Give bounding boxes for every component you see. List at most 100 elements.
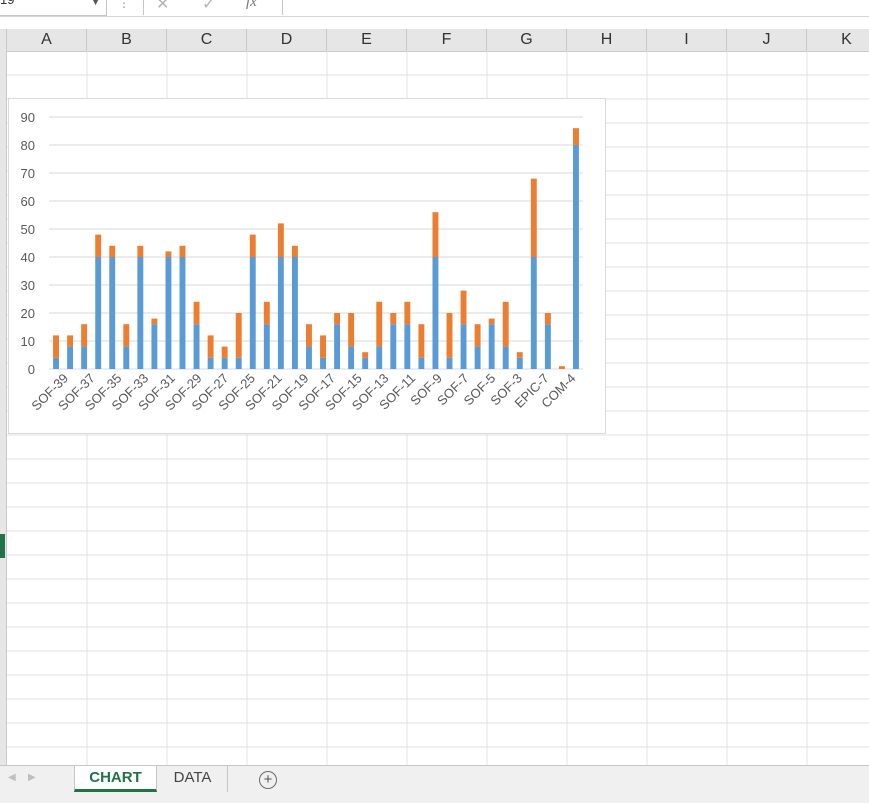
bar-base-segment[interactable]: [81, 346, 88, 369]
plus-circle-icon[interactable]: +: [259, 771, 277, 789]
bar-base-segment[interactable]: [320, 357, 326, 369]
bar-top-segment[interactable]: [95, 234, 102, 257]
bar-base-segment[interactable]: [221, 357, 228, 369]
bar-base-segment[interactable]: [502, 346, 509, 369]
select-all-corner[interactable]: [0, 29, 7, 51]
bar-top-segment[interactable]: [376, 301, 383, 347]
bar-base-segment[interactable]: [362, 357, 369, 369]
bar-base-segment[interactable]: [207, 357, 214, 369]
column-header-a[interactable]: A: [7, 29, 87, 51]
bar-base-segment[interactable]: [277, 257, 284, 369]
bar-base-segment[interactable]: [544, 324, 551, 369]
column-header-h[interactable]: H: [567, 29, 647, 51]
bar-base-segment[interactable]: [306, 346, 312, 369]
bar-base-segment[interactable]: [516, 357, 523, 369]
bar-top-segment[interactable]: [544, 313, 551, 325]
bar-top-segment[interactable]: [277, 223, 284, 257]
sheet-tab-data[interactable]: DATA: [158, 766, 228, 792]
bar-top-segment[interactable]: [81, 324, 88, 347]
bar-base-segment[interactable]: [291, 257, 298, 369]
bar-top-segment[interactable]: [320, 335, 326, 358]
bar-top-segment[interactable]: [151, 318, 158, 325]
bar-base-segment[interactable]: [67, 346, 74, 369]
bar-base-segment[interactable]: [348, 346, 355, 369]
bar-top-segment[interactable]: [235, 313, 242, 358]
column-header-i[interactable]: I: [647, 29, 727, 51]
column-header-c[interactable]: C: [167, 29, 247, 51]
active-row-marker: [0, 534, 5, 558]
column-header-k[interactable]: K: [807, 29, 869, 51]
bar-base-segment[interactable]: [109, 257, 116, 369]
bar-base-segment[interactable]: [404, 324, 411, 369]
bar-top-segment[interactable]: [291, 245, 298, 257]
bar-base-segment[interactable]: [446, 357, 453, 369]
bar-base-segment[interactable]: [123, 346, 130, 369]
bar-top-segment[interactable]: [488, 318, 495, 325]
bar-top-segment[interactable]: [573, 128, 579, 145]
bar-base-segment[interactable]: [418, 357, 425, 369]
bar-base-segment[interactable]: [263, 324, 270, 369]
bar-base-segment[interactable]: [432, 257, 439, 369]
stacked-bar-chart[interactable]: 0 10 20 30 40 50 60 70 80 90 SOF-39 SOF-37 SOF-35 SOF…: [8, 98, 606, 434]
x-icon[interactable]: ✕: [156, 0, 169, 14]
bar-base-segment[interactable]: [165, 257, 172, 369]
column-header-g[interactable]: G: [487, 29, 567, 51]
bar-top-segment[interactable]: [67, 335, 74, 347]
bar-top-segment[interactable]: [432, 212, 439, 257]
y-tick-label: 40: [21, 250, 35, 265]
bar-top-segment[interactable]: [516, 352, 523, 358]
column-header-d[interactable]: D: [247, 29, 327, 51]
bar-base-segment[interactable]: [376, 346, 383, 369]
bar-top-segment[interactable]: [123, 324, 130, 347]
bar-top-segment[interactable]: [362, 352, 369, 358]
bar-base-segment[interactable]: [460, 324, 467, 369]
bar-top-segment[interactable]: [446, 313, 453, 358]
bar-top-segment[interactable]: [193, 301, 200, 325]
bar-top-segment[interactable]: [306, 324, 312, 347]
bar-top-segment[interactable]: [137, 245, 144, 257]
bar-top-segment[interactable]: [460, 290, 467, 325]
bar-top-segment[interactable]: [53, 335, 59, 358]
bar-base-segment[interactable]: [137, 257, 144, 369]
bar-top-segment[interactable]: [207, 335, 214, 358]
bar-base-segment[interactable]: [179, 257, 186, 369]
bar-top-segment[interactable]: [109, 245, 116, 257]
bar-base-segment[interactable]: [249, 257, 256, 369]
bar-top-segment[interactable]: [558, 366, 565, 369]
function-icon[interactable]: fx: [246, 0, 257, 11]
bar-top-segment[interactable]: [348, 313, 355, 347]
bar-top-segment[interactable]: [418, 324, 425, 358]
bar-top-segment[interactable]: [249, 234, 256, 257]
bar-top-segment[interactable]: [390, 313, 397, 325]
bar-top-segment[interactable]: [530, 178, 537, 257]
bar-base-segment[interactable]: [53, 357, 59, 369]
bar-base-segment[interactable]: [530, 257, 537, 369]
bar-top-segment[interactable]: [165, 251, 172, 257]
name-box[interactable]: 19 ▼: [0, 0, 107, 16]
bar-base-segment[interactable]: [488, 324, 495, 369]
bar-base-segment[interactable]: [390, 324, 397, 369]
bar-base-segment[interactable]: [573, 145, 579, 369]
checkmark-icon[interactable]: ✓: [202, 0, 215, 14]
bar-base-segment[interactable]: [334, 324, 341, 369]
chevron-down-icon[interactable]: ▼: [91, 0, 100, 7]
bar-top-segment[interactable]: [404, 301, 411, 325]
column-header-f[interactable]: F: [407, 29, 487, 51]
bar-top-segment[interactable]: [474, 324, 481, 347]
bar-base-segment[interactable]: [95, 257, 102, 369]
bar-top-segment[interactable]: [179, 245, 186, 257]
bar-base-segment[interactable]: [474, 346, 481, 369]
bar-top-segment[interactable]: [502, 301, 509, 347]
scroll-tabs-right-icon[interactable]: ▶: [28, 772, 36, 783]
bar-top-segment[interactable]: [263, 301, 270, 325]
scroll-tabs-left-icon[interactable]: ◀: [8, 772, 16, 783]
bar-top-segment[interactable]: [221, 346, 228, 358]
sheet-tab-chart[interactable]: CHART: [74, 766, 157, 792]
column-header-j[interactable]: J: [727, 29, 807, 51]
bar-base-segment[interactable]: [193, 324, 200, 369]
column-header-e[interactable]: E: [327, 29, 407, 51]
bar-top-segment[interactable]: [334, 313, 341, 325]
bar-base-segment[interactable]: [235, 357, 242, 369]
column-header-b[interactable]: B: [87, 29, 167, 51]
bar-base-segment[interactable]: [151, 324, 158, 369]
